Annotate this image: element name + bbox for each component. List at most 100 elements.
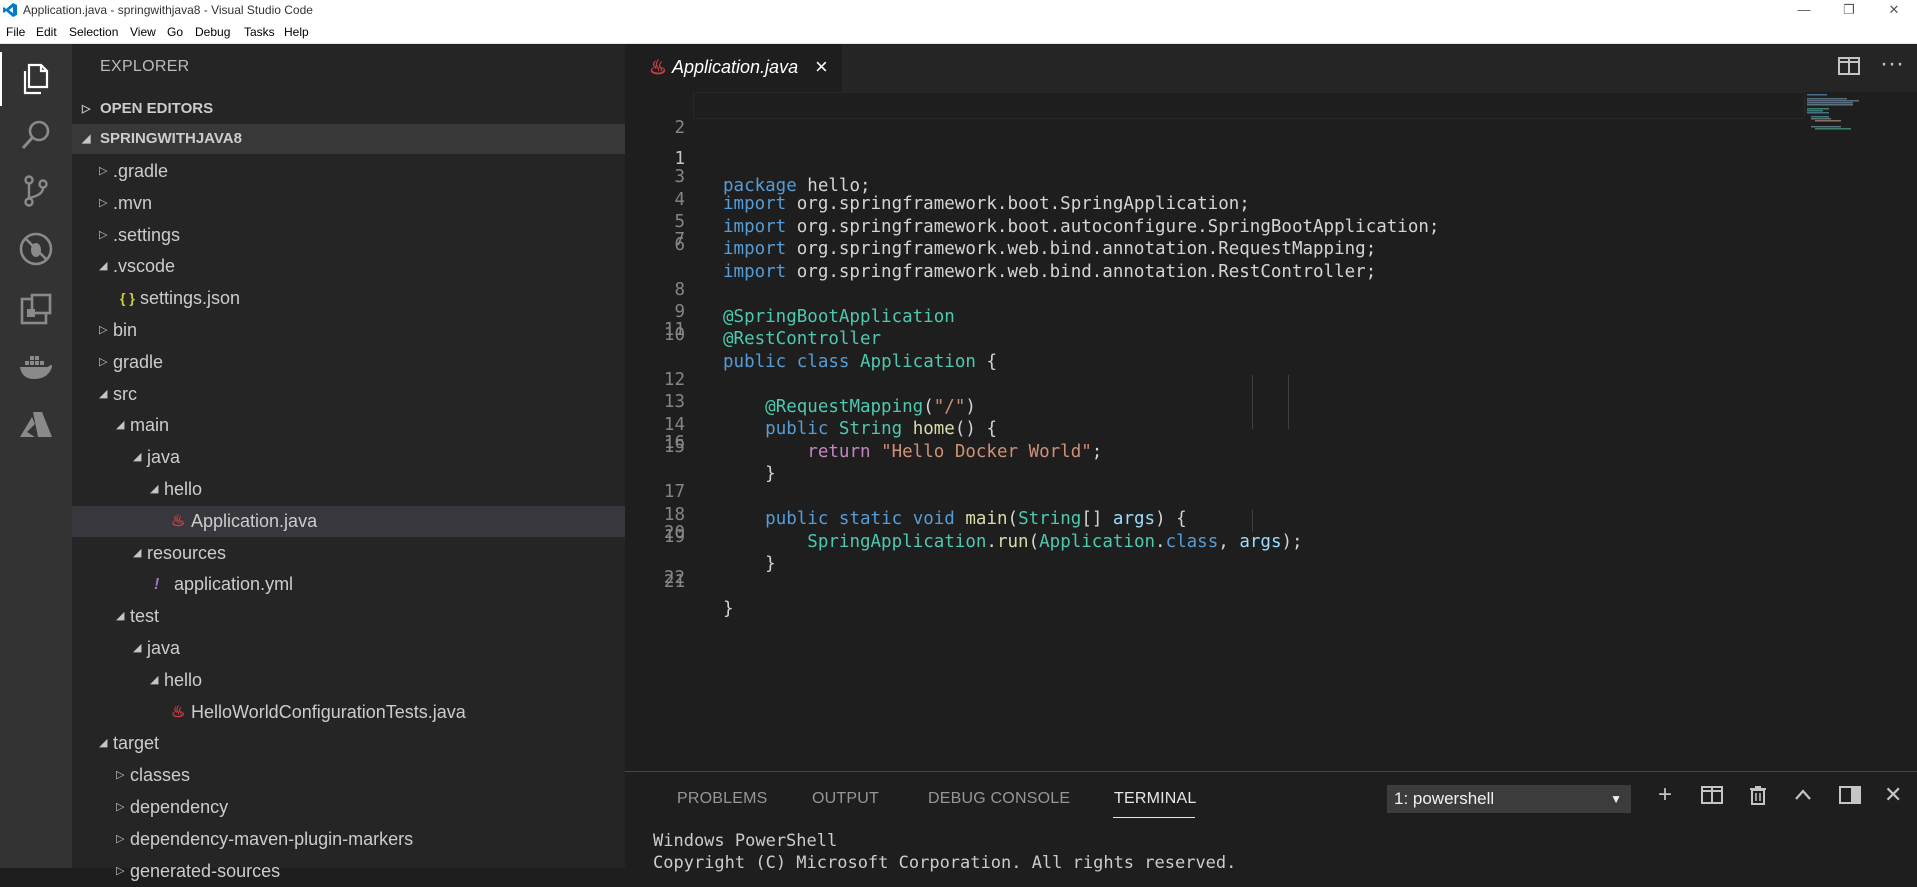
chevron-down-icon: ◢ bbox=[116, 419, 125, 432]
tree-item-label: dependency bbox=[130, 797, 229, 817]
trash-icon[interactable] bbox=[1749, 785, 1767, 811]
minimize-icon[interactable]: — bbox=[1781, 0, 1827, 20]
active-tab-indicator bbox=[1113, 817, 1195, 818]
tree-item-label: HelloWorldConfigurationTests.java bbox=[191, 701, 466, 722]
tree-item[interactable]: ◢ target bbox=[72, 728, 625, 759]
explorer-icon[interactable] bbox=[0, 52, 72, 106]
tree-item-label: .settings bbox=[113, 224, 181, 245]
chevron-right-icon: ▷ bbox=[99, 196, 108, 209]
new-terminal-icon[interactable]: + bbox=[1658, 781, 1672, 809]
tree-item[interactable]: ◢ hello bbox=[72, 474, 625, 505]
editor-area: ♨ Application.java × ··· 1 package hello… bbox=[625, 44, 1917, 771]
menu-help[interactable]: Help bbox=[284, 25, 309, 39]
chevron-down-icon: ◢ bbox=[82, 133, 91, 145]
chevron-down-icon: ◢ bbox=[99, 387, 108, 400]
chevron-right-icon: ▷ bbox=[116, 864, 125, 877]
tree-item-label: application.yml bbox=[174, 574, 294, 595]
close-window-icon[interactable]: ✕ bbox=[1871, 0, 1917, 20]
debug-icon[interactable] bbox=[0, 222, 72, 276]
tree-item[interactable]: ▷ .settings bbox=[72, 220, 625, 251]
tree-item[interactable]: ◢ hello bbox=[72, 665, 625, 696]
tree-item[interactable]: ◢ .vscode bbox=[72, 251, 625, 282]
tree-item[interactable]: ▷ .gradle bbox=[72, 156, 625, 187]
code-line: 22 bbox=[663, 567, 685, 588]
close-panel-icon[interactable]: ✕ bbox=[1884, 782, 1902, 808]
chevron-down-icon: ◢ bbox=[133, 546, 142, 559]
source-control-icon[interactable] bbox=[0, 164, 72, 218]
tree-item[interactable]: ◢ resources bbox=[72, 538, 625, 569]
menu-view[interactable]: View bbox=[130, 25, 156, 39]
tree-item[interactable]: ◢ main bbox=[72, 410, 625, 441]
tree-item-label: resources bbox=[147, 542, 227, 563]
more-actions-icon[interactable]: ··· bbox=[1880, 50, 1904, 78]
open-editors-section[interactable]: ▷ OPEN EDITORS bbox=[72, 94, 625, 124]
toggle-panel-position-icon[interactable] bbox=[1839, 785, 1861, 811]
chevron-right-icon: ▷ bbox=[99, 228, 108, 241]
menu-file[interactable]: File bbox=[6, 25, 25, 39]
tree-item[interactable]: ▷ .mvn bbox=[72, 188, 625, 219]
chevron-down-icon: ◢ bbox=[150, 483, 159, 495]
tree-item-label: java bbox=[147, 447, 181, 468]
tab-application-java[interactable]: ♨ Application.java × bbox=[625, 44, 842, 92]
java-file-icon: ♨ bbox=[171, 512, 186, 530]
tree-item[interactable]: ◢ test bbox=[72, 601, 625, 632]
tree-item[interactable]: ▷ classes bbox=[72, 760, 625, 791]
tab-debug-console[interactable]: DEBUG CONSOLE bbox=[928, 790, 1070, 808]
menu-tasks[interactable]: Tasks bbox=[244, 25, 275, 39]
tree-item-label: Application.java bbox=[191, 510, 318, 531]
tree-item[interactable]: ◢ java bbox=[72, 442, 625, 473]
split-editor-icon[interactable] bbox=[1838, 56, 1860, 82]
tree-item[interactable]: ◢ src bbox=[72, 379, 625, 410]
tree-item[interactable]: ▷ dependency-maven-plugin-markers bbox=[72, 824, 625, 855]
restore-icon[interactable]: ❐ bbox=[1826, 0, 1872, 20]
menu-edit[interactable]: Edit bbox=[36, 25, 57, 39]
tab-terminal[interactable]: TERMINAL bbox=[1114, 790, 1197, 808]
tab-output[interactable]: OUTPUT bbox=[812, 790, 879, 808]
menu-debug[interactable]: Debug bbox=[195, 25, 230, 39]
tree-item-label: generated-sources bbox=[130, 860, 281, 881]
vscode-logo-icon bbox=[3, 3, 17, 17]
chevron-up-icon[interactable] bbox=[1793, 785, 1813, 811]
extensions-icon[interactable] bbox=[0, 282, 72, 336]
tree-item-label: bin bbox=[113, 320, 138, 340]
tree-item-label: main bbox=[130, 415, 170, 436]
yml-file-icon: ! bbox=[154, 576, 160, 594]
tree-item[interactable]: ! application.yml bbox=[72, 569, 625, 600]
tree-item-label: java bbox=[147, 638, 181, 658]
split-terminal-icon[interactable] bbox=[1701, 785, 1723, 811]
code-editor[interactable]: 1 package hello; 2 3 import org.springfr… bbox=[625, 92, 1917, 771]
terminal-select[interactable]: 1: powershell ▼ bbox=[1387, 785, 1631, 813]
tree-item[interactable]: ♨ HelloWorldConfigurationTests.java bbox=[72, 697, 625, 728]
minimap[interactable] bbox=[1805, 92, 1905, 152]
tree-item[interactable]: ♨ Application.java bbox=[72, 505, 625, 537]
chevron-down-icon: ◢ bbox=[133, 451, 142, 464]
tree-item-label: .vscode bbox=[113, 256, 176, 277]
chevron-right-icon: ▷ bbox=[99, 165, 108, 177]
tree-item[interactable]: { } settings.json bbox=[72, 283, 625, 314]
open-editors-label: OPEN EDITORS bbox=[100, 100, 214, 117]
editor-tab-bar: ♨ Application.java × ··· bbox=[625, 44, 1917, 92]
azure-icon[interactable] bbox=[0, 398, 72, 452]
root-folder-section[interactable]: ◢ SPRINGWITHJAVA8 bbox=[72, 124, 625, 154]
tab-problems[interactable]: PROBLEMS bbox=[677, 790, 768, 808]
chevron-down-icon: ◢ bbox=[133, 642, 142, 654]
docker-icon[interactable] bbox=[0, 340, 72, 394]
tree-item[interactable]: ▷ gradle bbox=[72, 347, 625, 378]
menu-go[interactable]: Go bbox=[167, 25, 183, 39]
bottom-panel: PROBLEMS OUTPUT DEBUG CONSOLE TERMINAL 1… bbox=[625, 771, 1917, 873]
search-icon[interactable] bbox=[0, 108, 72, 162]
tree-item-label: gradle bbox=[113, 351, 164, 372]
tree-item[interactable]: ▷ bin bbox=[72, 315, 625, 346]
tree-item-label: dependency-maven-plugin-markers bbox=[130, 828, 414, 849]
tree-item[interactable]: ▷ dependency bbox=[72, 792, 625, 823]
menu-selection[interactable]: Selection bbox=[69, 25, 118, 39]
dropdown-arrow-icon: ▼ bbox=[1610, 792, 1622, 806]
tree-item-label: test bbox=[130, 606, 160, 627]
chevron-down-icon: ◢ bbox=[150, 673, 159, 686]
tree-item[interactable]: ◢ java bbox=[72, 633, 625, 664]
explorer-sidebar: EXPLORER ▷ OPEN EDITORS ◢ SPRINGWITHJAVA… bbox=[72, 44, 625, 881]
chevron-right-icon: ▷ bbox=[99, 324, 108, 336]
chevron-right-icon: ▷ bbox=[116, 832, 125, 845]
tree-item[interactable]: ▷ generated-sources bbox=[72, 856, 625, 887]
close-tab-icon[interactable]: × bbox=[815, 54, 828, 80]
